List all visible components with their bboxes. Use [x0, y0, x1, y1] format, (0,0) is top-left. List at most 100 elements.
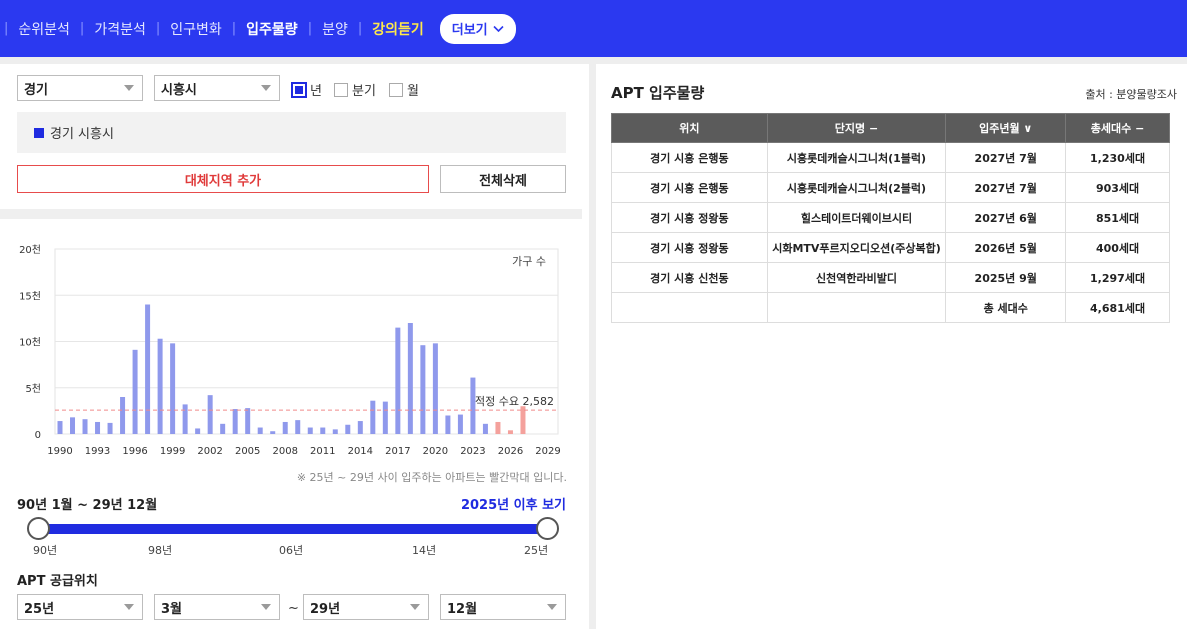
apt-supply-title: APT 입주물량 — [611, 84, 705, 102]
bar — [245, 408, 251, 434]
y-tick-label: 5천 — [25, 383, 41, 395]
bar — [295, 420, 301, 434]
range-slider-track[interactable] — [38, 524, 548, 534]
bar — [407, 323, 413, 434]
table-cell: 2026년 5월 — [945, 232, 1067, 263]
bar — [457, 414, 463, 434]
x-tick-label: 2017 — [385, 446, 410, 457]
end-year-value: 29년 — [310, 601, 341, 617]
end-month-value: 12월 — [447, 601, 478, 617]
more-button[interactable]: 더보기 — [439, 13, 516, 44]
end-year-select[interactable]: 29년 — [303, 594, 429, 620]
table-row[interactable]: 경기 시흥 신천동 신천역한라비발디 2025년 9월 1,297세대 — [611, 262, 1170, 293]
apt-table: 위치 단지명 − 입주년월 ∨ 총세대수 − 경기 시흥 은행동 시흥롯데캐슬시그… — [611, 113, 1170, 323]
nav-item[interactable]: 가격분석 — [84, 19, 156, 39]
bar — [320, 427, 326, 434]
range-tilde: ~ — [288, 601, 299, 616]
x-tick-label: 1990 — [47, 446, 72, 457]
table-cell: 2027년 7월 — [945, 172, 1067, 203]
table-cell: 903세대 — [1065, 172, 1170, 203]
col-complex-sort[interactable]: 단지명 − — [766, 113, 947, 143]
nav-item[interactable]: 순위분석 — [8, 19, 80, 39]
table-row[interactable]: 경기 시흥 은행동 시흥롯데캐슬시그니처(2블럭) 2027년 7월 903세대 — [611, 172, 1170, 203]
bar — [145, 304, 151, 434]
col-date-sort[interactable]: 입주년월 ∨ — [945, 113, 1067, 143]
chevron-down-icon — [410, 604, 420, 610]
bar — [120, 397, 126, 434]
source-label: 출처 : 분양물량조사 — [1085, 88, 1177, 101]
range-slider-start-handle[interactable] — [27, 517, 50, 540]
delete-all-button[interactable]: 전체삭제 — [440, 165, 566, 193]
nav-item[interactable]: 입주물량 — [236, 19, 308, 39]
bar — [382, 401, 388, 434]
table-header-row: 위치 단지명 − 입주년월 ∨ 총세대수 − — [611, 113, 1170, 143]
series-color-icon — [34, 127, 44, 138]
period-year-label: 년 — [310, 84, 322, 99]
province-select[interactable]: 경기 — [17, 75, 143, 101]
selected-region: 경기 시흥시 — [17, 112, 566, 153]
chart-note: ※ 25년 ~ 29년 사이 입주하는 아파트는 빨간막대 입니다. — [296, 471, 567, 484]
table-cell — [611, 292, 768, 323]
selected-region-label: 경기 시흥시 — [50, 127, 114, 142]
col-location: 위치 — [611, 113, 768, 143]
col-units-sort[interactable]: 총세대수 − — [1065, 113, 1170, 143]
table-row[interactable]: 경기 시흥 정왕동 힐스테이트더웨이브시티 2027년 6월 851세대 — [611, 202, 1170, 233]
bar — [445, 415, 451, 434]
after-2025-link[interactable]: 2025년 이후 보기 — [461, 494, 566, 513]
table-cell: 2027년 7월 — [945, 142, 1067, 173]
start-month-select[interactable]: 3월 — [154, 594, 280, 620]
checkbox-box — [291, 81, 307, 98]
unit-label: 가구 수 — [512, 255, 546, 268]
bar — [420, 345, 426, 434]
slider-label: 14년 — [412, 544, 437, 557]
bar — [170, 343, 176, 434]
period-quarter-label: 분기 — [352, 84, 376, 99]
y-tick-label: 0 — [35, 430, 41, 441]
bar — [207, 395, 213, 434]
bar — [82, 419, 88, 434]
bar — [307, 427, 313, 434]
range-slider-end-handle[interactable] — [536, 517, 559, 540]
table-cell: 시화MTV푸르지오디오션(주상복합) — [766, 232, 947, 263]
nav-item[interactable]: 강의듣기 — [362, 19, 434, 39]
table-row[interactable]: 경기 시흥 은행동 시흥롯데캐슬시그니처(1블럭) 2027년 7월 1,230세대 — [611, 142, 1170, 173]
y-tick-label: 20천 — [19, 244, 41, 256]
x-tick-label: 2014 — [348, 446, 373, 457]
bar — [432, 343, 438, 434]
bar — [345, 424, 351, 434]
nav-item[interactable]: 인구변화 — [160, 19, 232, 39]
x-tick-label: 2008 — [273, 446, 298, 457]
x-tick-label: 2002 — [197, 446, 222, 457]
table-cell: 경기 시흥 은행동 — [611, 172, 768, 203]
y-tick-label: 15천 — [19, 290, 41, 302]
supply-location-title: APT 공급위치 — [17, 574, 98, 589]
bar — [132, 349, 138, 434]
checkbox-box — [389, 82, 403, 97]
table-cell: 2025년 9월 — [945, 262, 1067, 293]
x-tick-label: 1993 — [85, 446, 110, 457]
table-cell: 시흥롯데캐슬시그니처(2블럭) — [766, 172, 947, 203]
city-select[interactable]: 시흥시 — [154, 75, 280, 101]
total-row: 총 세대수 4,681세대 — [611, 292, 1170, 323]
chevron-down-icon — [493, 25, 504, 32]
chevron-down-icon — [261, 85, 271, 91]
bar — [395, 327, 401, 434]
add-alt-region-button[interactable]: 대체지역 추가 — [17, 165, 429, 193]
start-year-select[interactable]: 25년 — [17, 594, 143, 620]
y-tick-label: 10천 — [19, 337, 41, 349]
bar — [270, 431, 276, 434]
nav-item[interactable]: 분양 — [312, 19, 358, 39]
table-cell: 2027년 6월 — [945, 202, 1067, 233]
period-month-checkbox[interactable]: 월 — [389, 80, 419, 99]
total-value: 4,681세대 — [1065, 292, 1170, 323]
total-label: 총 세대수 — [945, 292, 1067, 323]
period-quarter-checkbox[interactable]: 분기 — [334, 80, 376, 99]
end-month-select[interactable]: 12월 — [440, 594, 566, 620]
city-value: 시흥시 — [161, 82, 197, 98]
range-title: 90년 1월 ~ 29년 12월 — [17, 498, 158, 513]
table-cell: 1,230세대 — [1065, 142, 1170, 173]
period-year-checkbox[interactable]: 년 — [291, 80, 322, 99]
bar — [282, 421, 288, 434]
start-year-value: 25년 — [24, 601, 55, 617]
table-row[interactable]: 경기 시흥 정왕동 시화MTV푸르지오디오션(주상복합) 2026년 5월 400세대 — [611, 232, 1170, 263]
